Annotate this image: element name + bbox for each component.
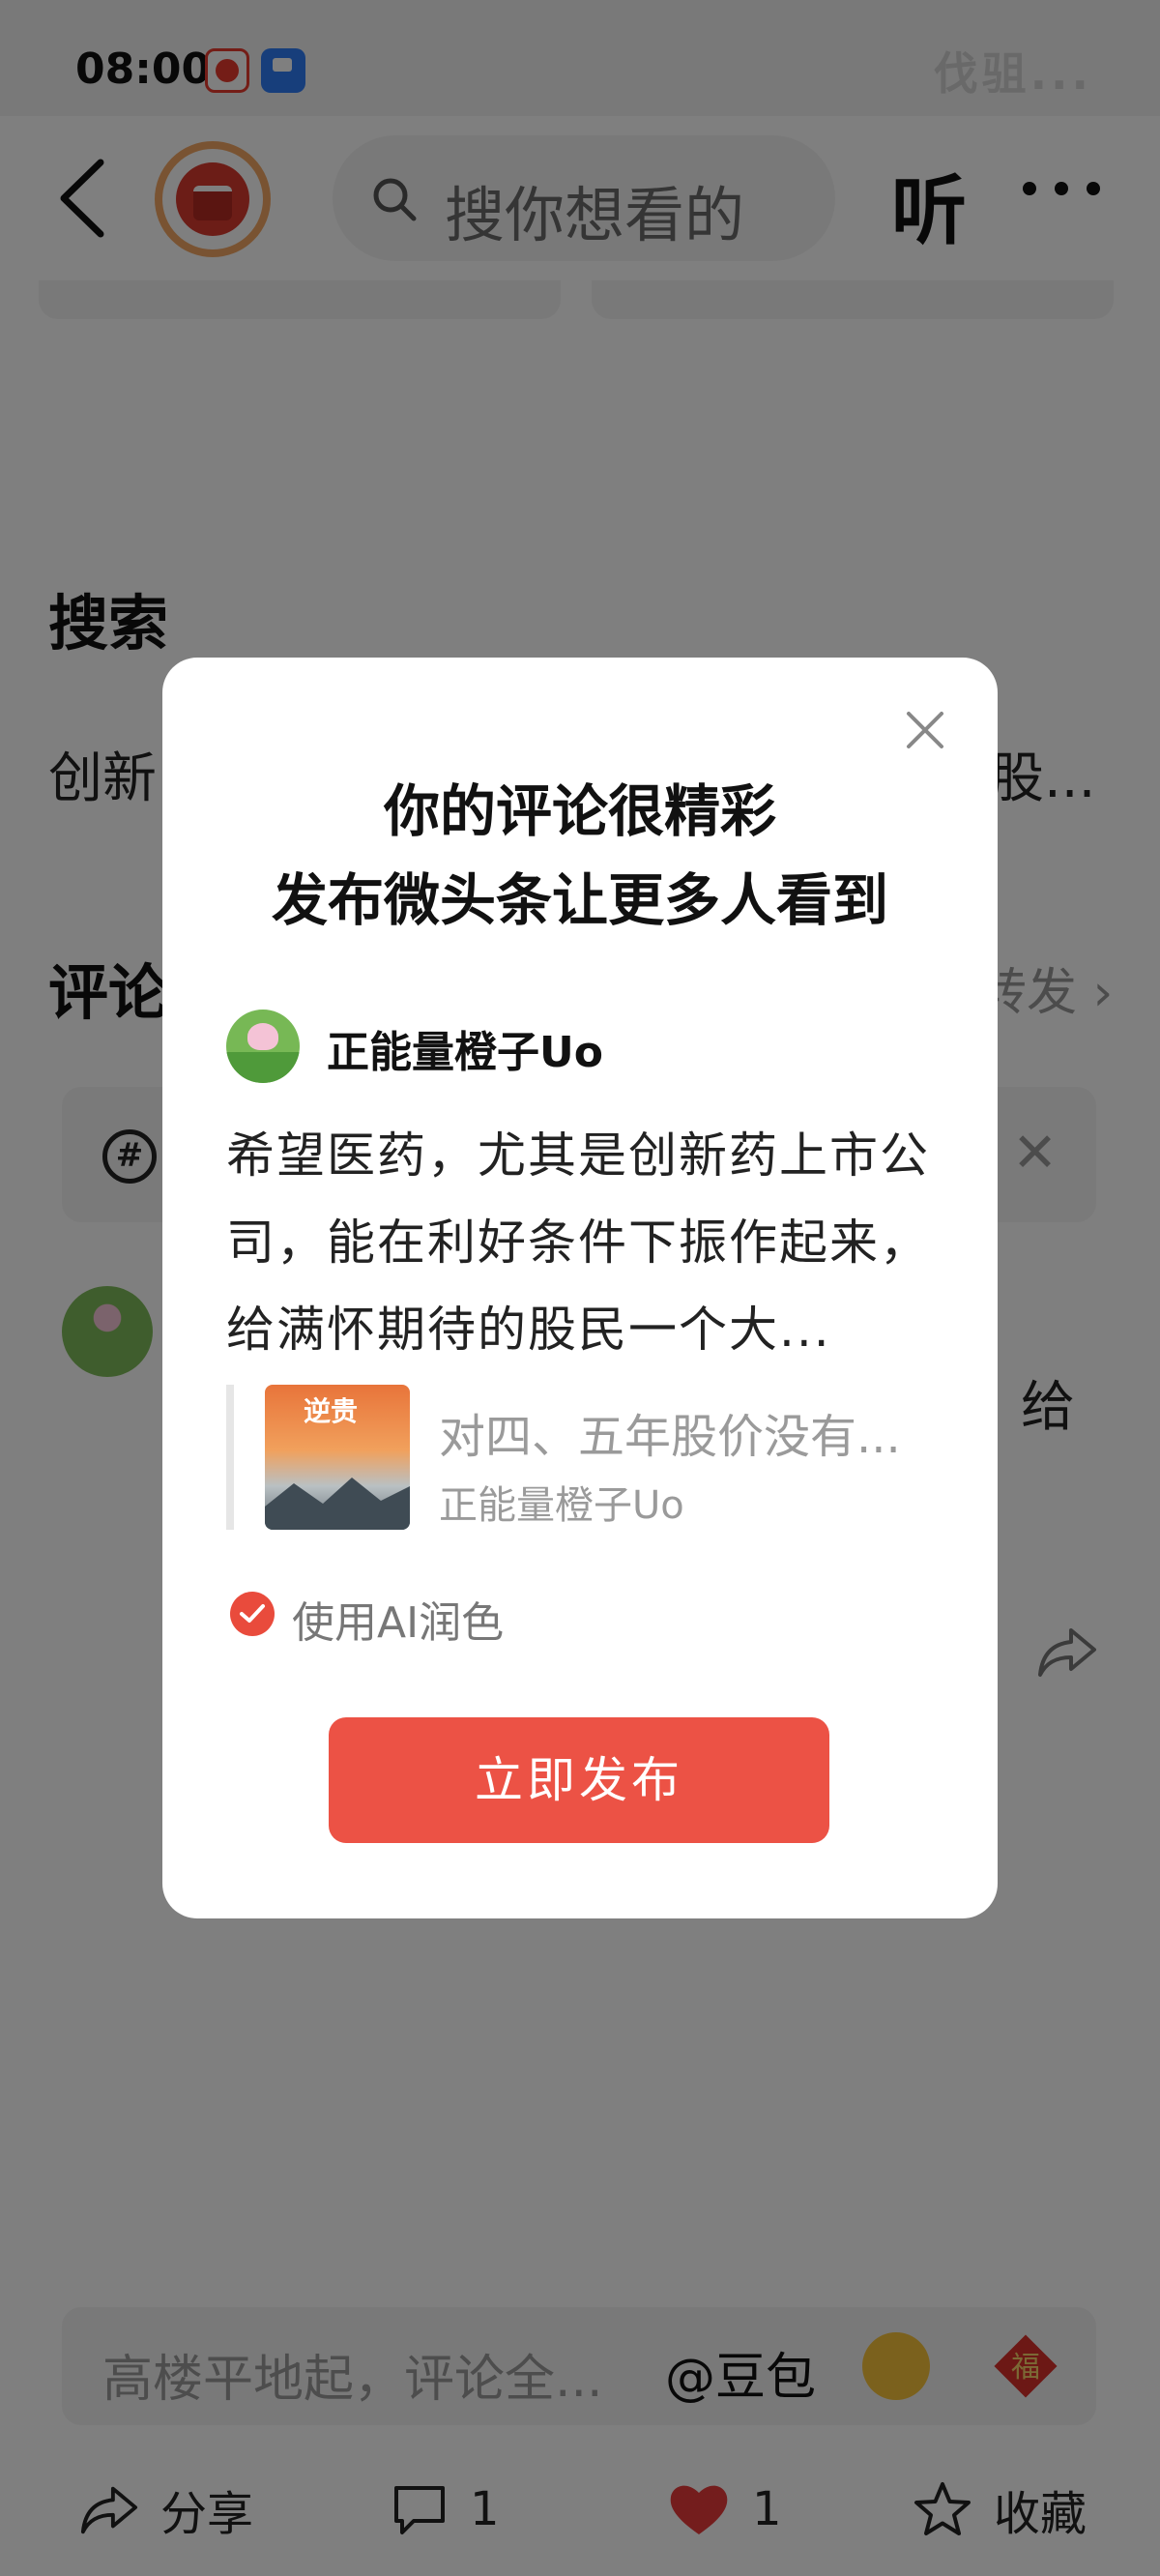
dialog-title-line1: 你的评论很精彩: [383, 778, 776, 844]
quoted-title: 对四、五年股价没有...: [439, 1410, 901, 1464]
close-icon[interactable]: [901, 706, 949, 754]
publish-dialog: 你的评论很精彩 发布微头条让更多人看到 正能量橙子Uo 希望医药，尤其是创新药上…: [162, 658, 998, 1918]
dialog-title-line2: 发布微头条让更多人看到: [271, 867, 888, 933]
username: 正能量橙子Uo: [327, 1028, 603, 1077]
ai-polish-checkbox[interactable]: [230, 1592, 275, 1636]
check-icon: [240, 1604, 265, 1623]
comment-preview: 希望医药，尤其是创新药上市公司，能在利好条件下振作起来，给满怀期待的股民一个大.…: [226, 1127, 930, 1358]
publish-button[interactable]: 立即发布: [329, 1717, 829, 1843]
thumbnail-text: 逆贵: [304, 1395, 359, 1427]
quoted-article: 逆贵 对四、五年股价没有... 正能量橙子Uo: [226, 1385, 942, 1530]
quoted-author: 正能量橙子Uo: [439, 1483, 684, 1528]
user-avatar: [226, 1010, 300, 1083]
ai-polish-label[interactable]: 使用AI润色: [292, 1588, 504, 1650]
article-thumbnail: 逆贵: [265, 1385, 410, 1530]
